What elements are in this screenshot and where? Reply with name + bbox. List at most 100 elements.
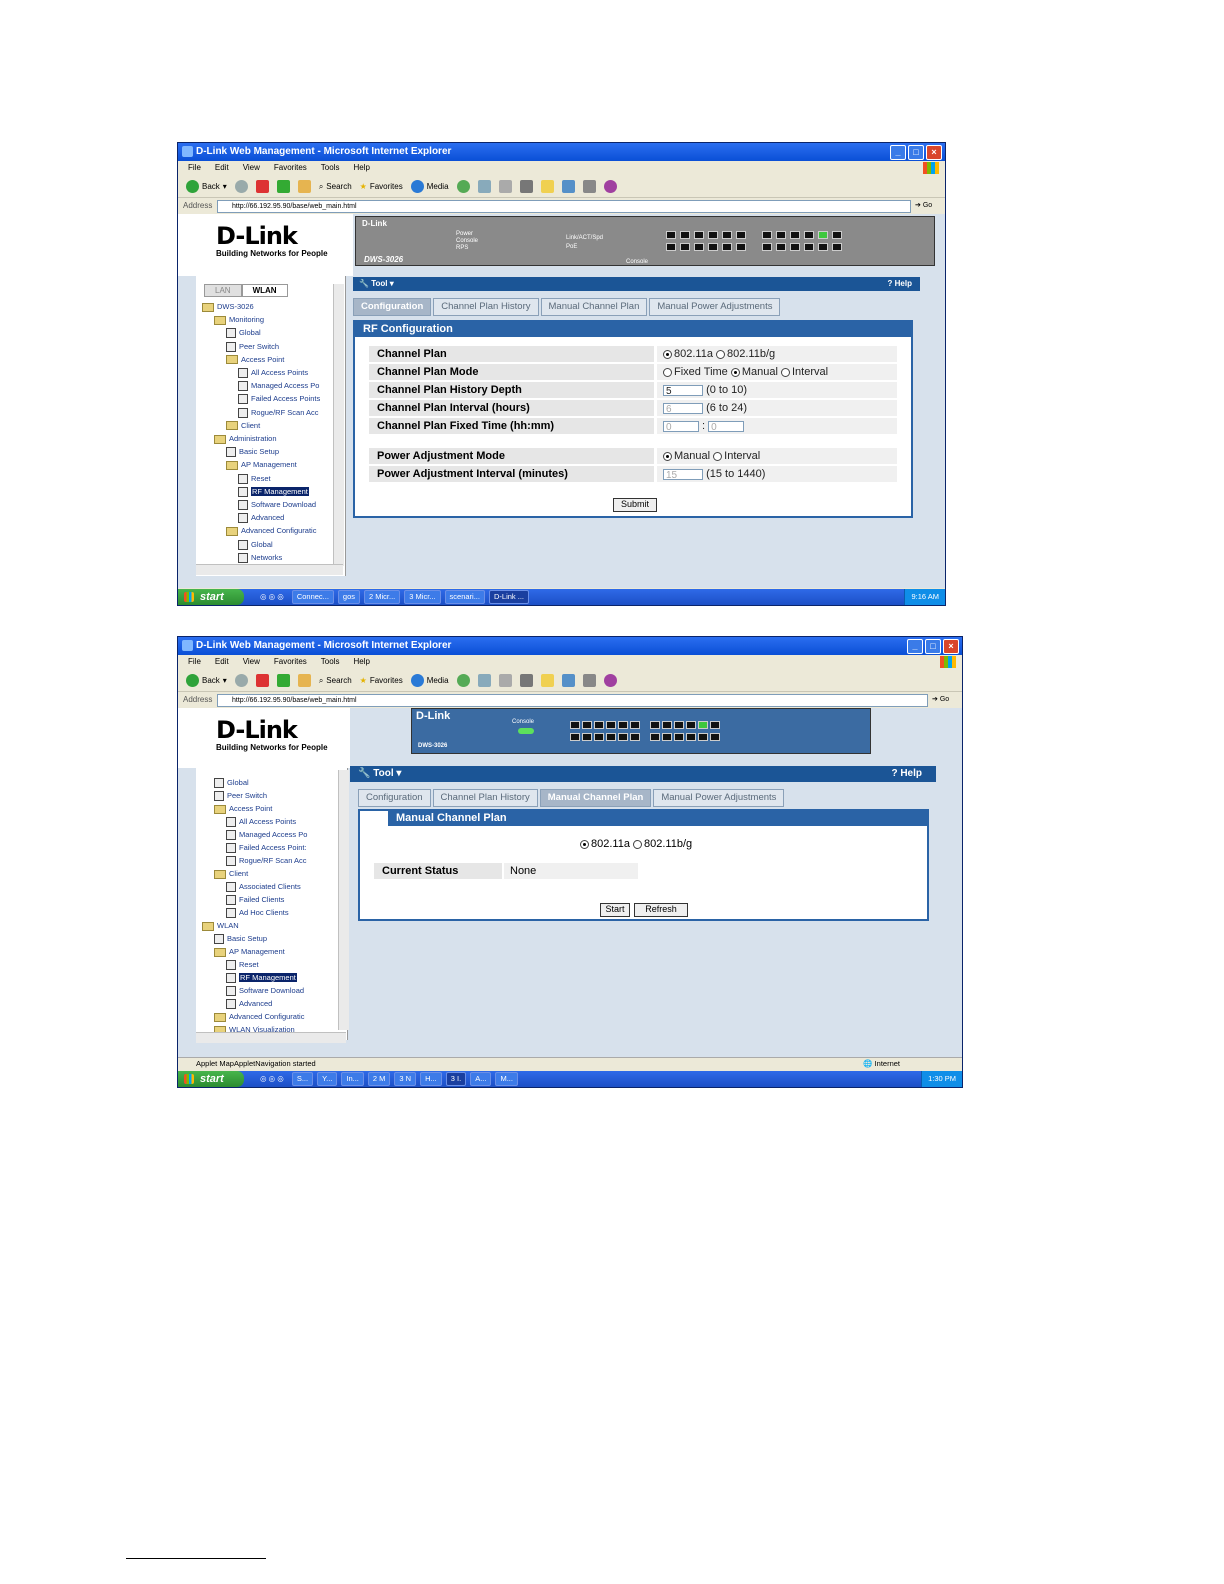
folder-icon[interactable] [540,674,554,687]
tool-icon[interactable] [603,180,617,193]
help-button[interactable]: ? Help [888,277,912,291]
print-icon[interactable] [498,180,512,193]
task-button[interactable]: 3 N [394,1072,417,1086]
submit-button[interactable]: Submit [613,498,657,512]
tree-item[interactable]: Reset [238,474,271,484]
radio-fixed-time[interactable] [663,367,672,377]
history-icon[interactable] [456,674,470,687]
tree-item[interactable]: AP Management [214,947,285,957]
menu-view[interactable]: View [243,655,260,669]
tree-horizontal-scrollbar[interactable] [196,1032,346,1043]
radio-power-interval[interactable] [713,451,723,461]
refresh-icon[interactable] [276,674,290,687]
quick-launch[interactable]: ◎ ◎ ◎ [256,591,288,603]
tree-item[interactable]: Administration [214,434,277,444]
favorites-button[interactable]: ★ Favorites [360,676,403,685]
task-button[interactable]: M... [495,1072,518,1086]
task-button[interactable]: In... [341,1072,364,1086]
tool-menu[interactable]: 🔧 Tool ▾ [353,279,394,288]
tree-item[interactable]: All Access Points [238,368,308,379]
tab-channel-plan-history[interactable]: Channel Plan History [432,789,538,807]
tree-vertical-scrollbar[interactable] [338,770,349,1030]
interval-input[interactable]: 6 [663,402,703,415]
tab-configuration[interactable]: Configuration [353,298,432,316]
research-icon[interactable] [582,180,596,193]
forward-button[interactable] [234,180,248,193]
tree-item[interactable]: Rogue/RF Scan Acc [238,408,319,418]
menu-tools[interactable]: Tools [321,161,340,175]
menu-file[interactable]: File [188,161,201,175]
radio-manual[interactable] [730,367,740,377]
close-button[interactable]: × [943,639,959,654]
radio-802-11a[interactable] [663,349,672,359]
messenger-icon[interactable] [561,180,575,193]
help-button[interactable]: ? Help [891,766,922,782]
history-icon[interactable] [456,180,470,193]
menu-view[interactable]: View [243,161,260,175]
tree-item[interactable]: RF Management [226,973,297,984]
refresh-button[interactable]: Refresh [634,903,688,917]
tree-item[interactable]: Failed Clients [226,895,284,906]
menu-edit[interactable]: Edit [215,161,229,175]
history-depth-input[interactable]: 5 [663,384,703,397]
menu-help[interactable]: Help [353,161,369,175]
minimize-button[interactable]: _ [907,639,923,654]
tree-vertical-scrollbar[interactable] [333,284,344,566]
task-button[interactable]: A... [470,1072,492,1086]
tree-item[interactable]: Rogue/RF Scan Acc [226,856,307,867]
stop-icon[interactable] [255,180,269,193]
search-button[interactable]: ⌕ Search [319,182,352,192]
task-button[interactable]: 3 Micr... [404,590,441,604]
radio-interval[interactable] [781,367,790,377]
task-button[interactable]: 2 M [367,1072,391,1086]
menu-tools[interactable]: Tools [321,655,340,669]
radio-power-manual[interactable] [663,451,672,461]
tree-item[interactable]: All Access Points [226,817,296,828]
go-button[interactable]: ➔ Go [911,199,945,213]
tree-item[interactable]: Monitoring [214,315,264,325]
radio-802-11a[interactable] [580,839,589,849]
tree-item[interactable]: Client [214,869,248,879]
tree-item[interactable]: Peer Switch [214,791,267,802]
favorites-button[interactable]: ★ Favorites [360,182,403,191]
maximize-button[interactable]: □ [925,639,941,654]
tree-item[interactable]: Advanced Configuratic [226,526,316,536]
tree-item[interactable]: Advanced [238,513,284,524]
tree-item[interactable]: Reset [226,960,259,971]
menu-edit[interactable]: Edit [215,655,229,669]
edit-icon[interactable] [519,674,533,687]
tree-item[interactable]: Failed Access Points [238,394,320,405]
tab-channel-plan-history[interactable]: Channel Plan History [433,298,539,316]
tab-configuration[interactable]: Configuration [358,789,431,807]
tab-manual-channel-plan[interactable]: Manual Channel Plan [539,789,652,807]
tree-item[interactable]: Software Download [226,986,304,997]
tree-item[interactable]: AP Management [226,460,297,470]
mail-icon[interactable] [477,180,491,193]
address-input[interactable]: http://66.192.95.90/base/web_main.html [217,693,928,707]
messenger-icon[interactable] [561,674,575,687]
power-interval-input[interactable]: 15 [663,468,703,481]
window-titlebar[interactable]: D-Link Web Management - Microsoft Intern… [178,637,962,655]
fixed-time-mm-input[interactable]: 0 [708,420,745,433]
tree-item[interactable]: Advanced Configuratic [214,1012,304,1022]
tree-item[interactable]: Basic Setup [226,447,279,458]
window-titlebar[interactable]: D-Link Web Management - Microsoft Intern… [178,143,945,161]
tree-item[interactable]: Ad Hoc Clients [226,908,289,919]
folder-icon[interactable] [540,180,554,193]
menu-file[interactable]: File [188,655,201,669]
task-button-active[interactable]: D-Link ... [488,590,529,604]
tool-icon[interactable] [603,674,617,687]
tree-item[interactable]: Advanced [226,999,272,1010]
print-icon[interactable] [498,674,512,687]
task-button[interactable]: S... [291,1072,314,1086]
tree-item[interactable]: Associated Clients [226,882,301,893]
research-icon[interactable] [582,674,596,687]
tree-item[interactable]: Global [238,540,273,550]
tree-item[interactable]: Basic Setup [214,934,267,945]
tab-lan[interactable]: LAN [204,284,242,297]
tree-item[interactable]: Networks [238,553,282,563]
back-button[interactable]: Back ▾ [186,674,227,687]
task-button[interactable]: scenari... [444,590,485,604]
close-button[interactable]: × [926,145,942,160]
start-button[interactable]: start [178,589,244,605]
